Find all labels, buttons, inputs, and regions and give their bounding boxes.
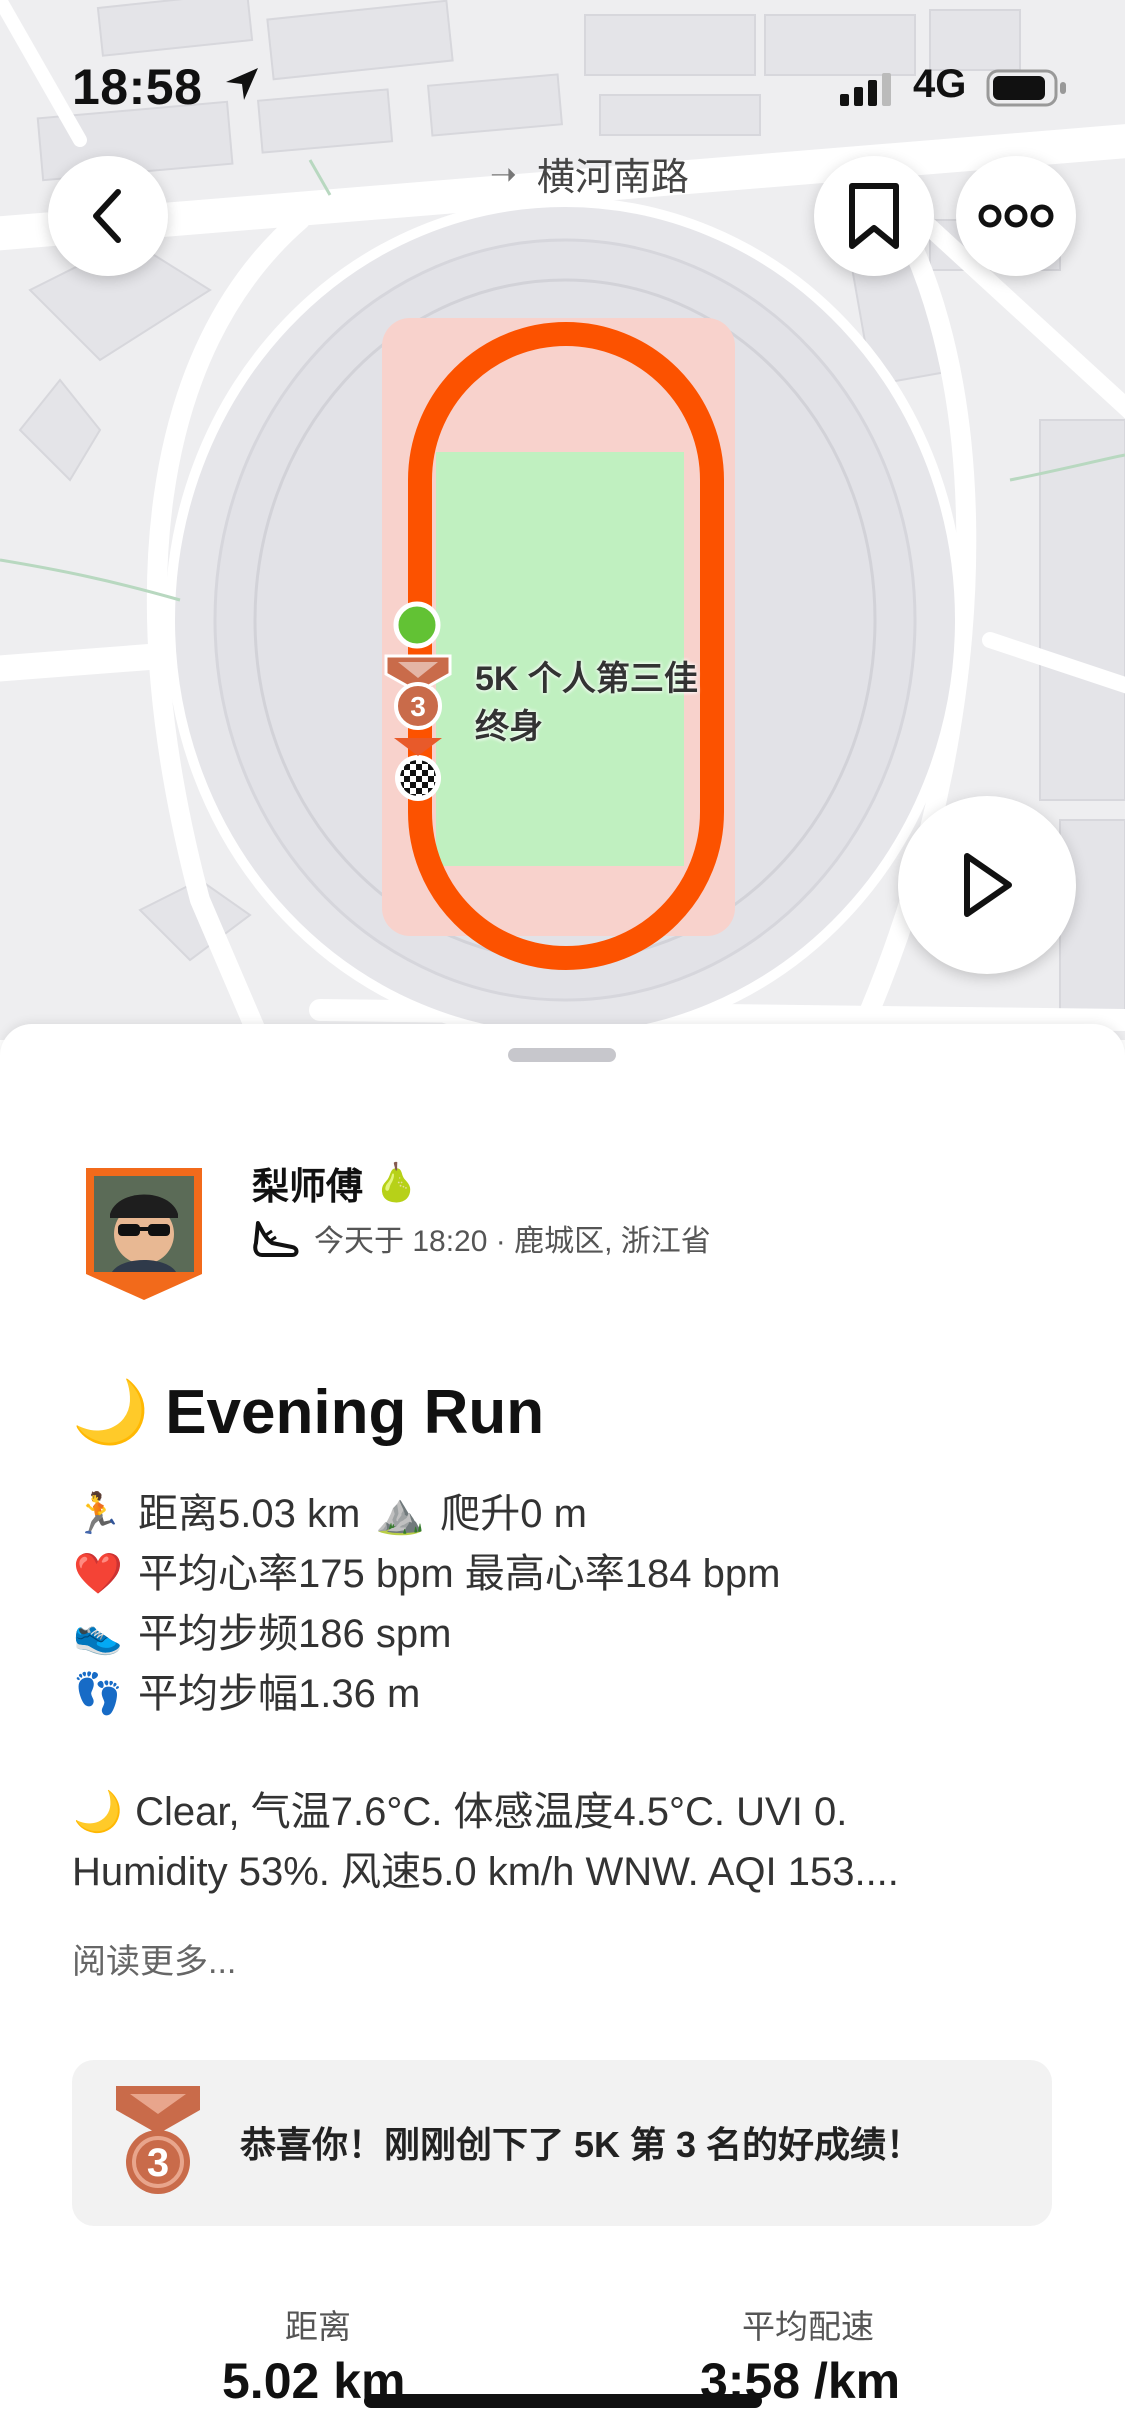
bookmark-icon <box>849 183 899 249</box>
sheet-grabber[interactable] <box>508 1048 616 1062</box>
footprints-emoji: 👣 <box>73 1672 123 1716</box>
battery-icon <box>986 69 1066 107</box>
road-name: 横河南路 <box>536 157 689 199</box>
pb-card-text: 恭喜你！刚刚创下了 5K 第 3 名的好成绩！ <box>240 2124 923 2165</box>
stat-distance: 🏃 距离5.03 km ⛰️ 爬升0 m <box>72 1484 780 1544</box>
activity-sheet: 梨师傅 🍐 今天于 18:20 · 鹿城区, 浙江省 🌙 Evening Run… <box>0 1024 1125 2436</box>
pb-map-label: 5K 个人第三佳 终身 <box>475 655 698 751</box>
runner-emoji: 🏃 <box>73 1492 123 1536</box>
weather-description: 🌙 Clear, 气温7.6°C. 体感温度4.5°C. UVI 0. Humi… <box>72 1782 1032 1902</box>
signal-bars-icon <box>840 73 891 106</box>
pb-card-medal-rank: 3 <box>147 2141 169 2185</box>
moon-emoji: 🌙 <box>72 1378 150 1447</box>
play-flyby-button[interactable] <box>898 796 1076 974</box>
mountain-emoji: ⛰️ <box>375 1492 426 1536</box>
avatar[interactable] <box>82 1164 206 1304</box>
pear-emoji: 🍐 <box>373 1161 420 1203</box>
stat-heart-rate: ❤️ 平均心率175 bpm 最高心率184 bpm <box>72 1544 780 1604</box>
bookmark-button[interactable] <box>814 156 934 276</box>
shoe-icon <box>253 1221 299 1257</box>
pb-achievement-card[interactable]: 3 恭喜你！刚刚创下了 5K 第 3 名的好成绩！ <box>72 2060 1052 2226</box>
stat-stride: 👣 平均步幅1.36 m <box>72 1664 780 1724</box>
start-marker <box>393 601 441 649</box>
pb-medal-rank: 3 <box>410 691 426 722</box>
activity-description: 🏃 距离5.03 km ⛰️ 爬升0 m ❤️ 平均心率175 bpm 最高心率… <box>72 1484 780 1724</box>
activity-meta-text: 今天于 18:20 · 鹿城区, 浙江省 <box>314 1225 711 1258</box>
stat-cadence: 👟 平均步频186 spm <box>72 1604 780 1664</box>
stat-heart-rate-text: 平均心率175 bpm 最高心率184 bpm <box>138 1552 781 1596</box>
stat-cadence-text: 平均步频186 spm <box>138 1612 452 1656</box>
status-bar: 18:58 4G <box>0 0 1125 130</box>
chevron-left-icon <box>93 189 121 243</box>
network-type: 4G <box>913 62 967 106</box>
bronze-medal-icon: 3 <box>116 2086 200 2194</box>
back-button[interactable] <box>48 156 168 276</box>
activity-title: 🌙 Evening Run <box>72 1376 544 1449</box>
road-arrow-icon: ➝ <box>490 155 517 192</box>
activity-meta: 今天于 18:20 · 鹿城区, 浙江省 <box>252 1216 711 1260</box>
weather-moon-emoji: 🌙 <box>73 1790 123 1834</box>
stat-elevation-text: 爬升0 m <box>440 1492 587 1536</box>
username[interactable]: 梨师傅 🍐 <box>252 1156 419 1210</box>
sneaker-emoji: 👟 <box>73 1612 123 1656</box>
pb-map-label-line2: 终身 <box>475 708 543 746</box>
weather-line-1-text: Clear, 气温7.6°C. 体感温度4.5°C. UVI 0. <box>135 1790 848 1834</box>
username-text: 梨师傅 <box>252 1166 363 1207</box>
activity-title-text: Evening Run <box>165 1378 545 1447</box>
home-indicator[interactable] <box>364 2394 762 2408</box>
stat-distance-text: 距离5.03 km <box>138 1492 361 1536</box>
heart-emoji: ❤️ <box>73 1552 123 1596</box>
summary-pace-label: 平均配速 <box>742 2308 874 2345</box>
play-icon <box>964 853 1012 917</box>
status-time: 18:58 <box>72 59 203 115</box>
weather-line-1: 🌙 Clear, 气温7.6°C. 体感温度4.5°C. UVI 0. <box>72 1782 1032 1842</box>
pb-map-label-line1: 5K 个人第三佳 <box>475 660 698 698</box>
route-direction-icon <box>394 738 442 756</box>
finish-flag-icon <box>395 755 441 801</box>
route-map[interactable]: 3 5K 个人第三佳 终身 ➝ 横河南路 18:58 4G <box>0 0 1125 1040</box>
road-label: ➝ 横河南路 <box>490 146 689 201</box>
read-more-link[interactable]: 阅读更多... <box>72 1934 236 1983</box>
pb-medal-icon: 3 <box>384 654 452 730</box>
more-options-button[interactable] <box>956 156 1076 276</box>
stat-stride-text: 平均步幅1.36 m <box>138 1672 421 1716</box>
more-dots-icon <box>978 204 1054 228</box>
summary-distance-label: 距离 <box>285 2308 351 2345</box>
location-arrow-icon <box>226 68 258 100</box>
weather-line-2: Humidity 53%. 风速5.0 km/h WNW. AQI 153...… <box>72 1850 899 1894</box>
